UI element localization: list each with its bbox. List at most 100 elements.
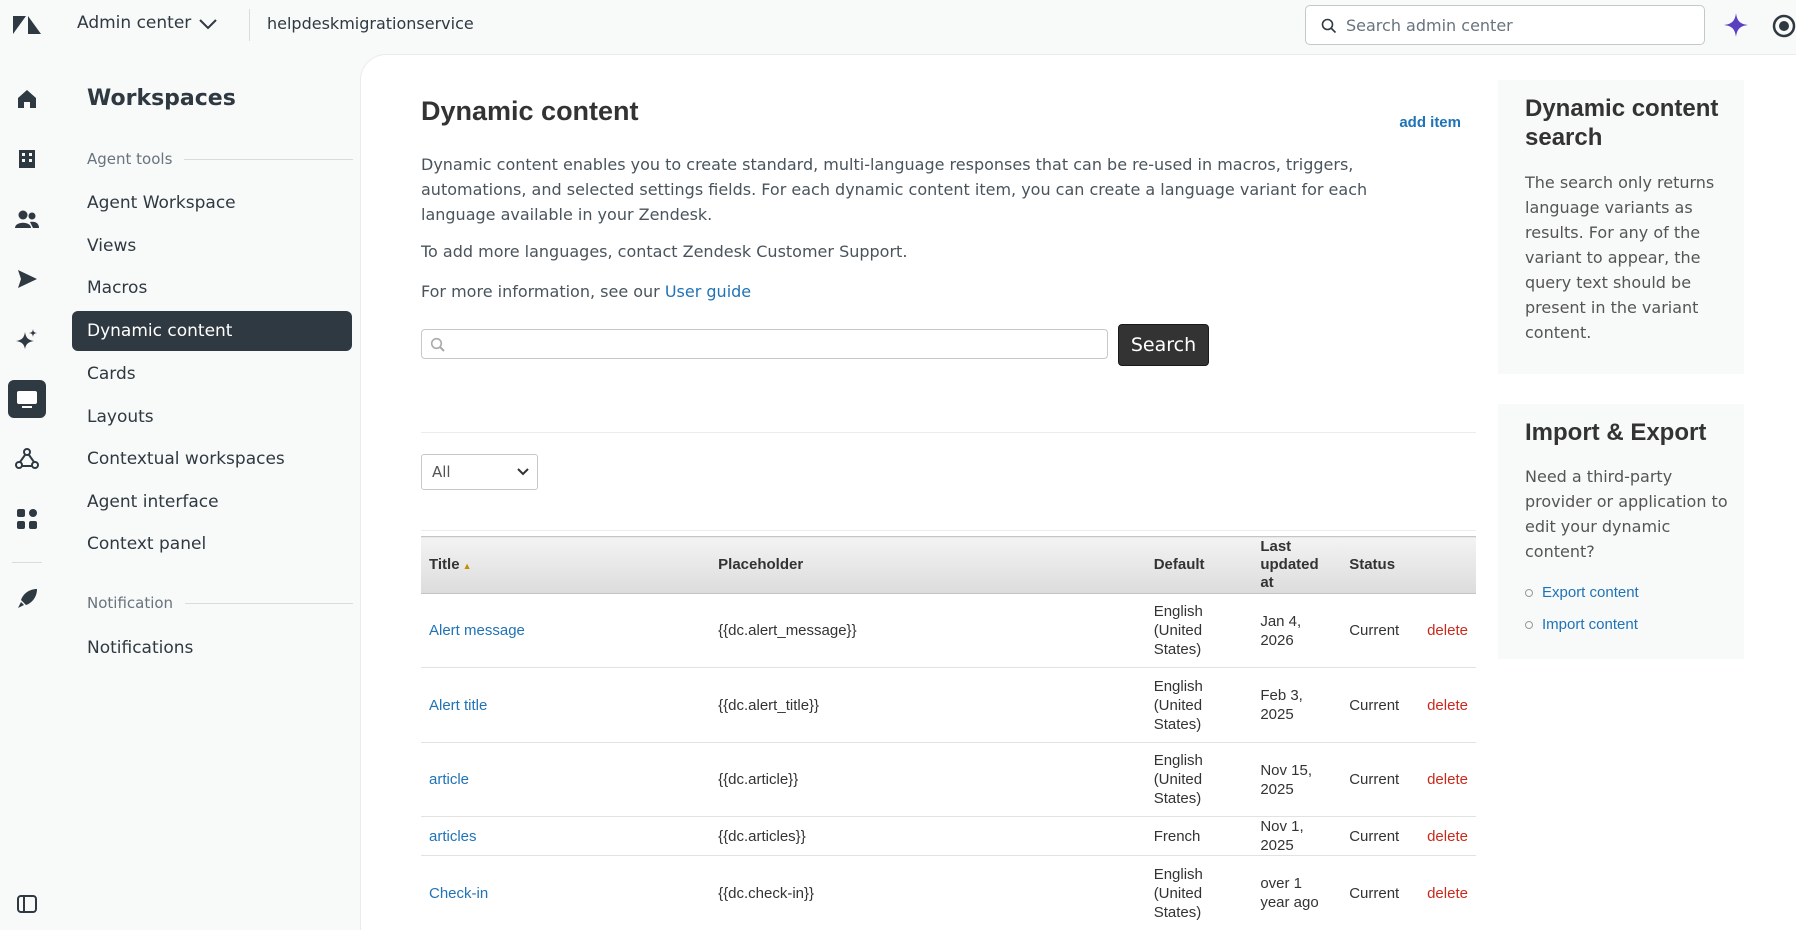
item-placeholder: {{dc.article}} xyxy=(710,742,1146,817)
nav-group-agent-tools: Agent tools xyxy=(87,150,355,168)
column-placeholder[interactable]: Placeholder xyxy=(710,536,1146,594)
item-title-link[interactable]: articles xyxy=(429,828,477,845)
info-prefix: For more information, see our xyxy=(421,282,665,301)
objects-rules-icon xyxy=(15,448,39,469)
item-status: Current xyxy=(1341,593,1420,668)
nav-item-context-panel[interactable]: Context panel xyxy=(72,524,352,564)
column-last-updated[interactable]: Last updated at xyxy=(1252,536,1342,594)
delete-link[interactable]: delete xyxy=(1427,697,1468,714)
search-button[interactable]: Search xyxy=(1118,324,1209,366)
add-item-link[interactable]: add item xyxy=(1399,114,1461,131)
item-status: Current xyxy=(1341,816,1420,856)
nav-item-macros[interactable]: Macros xyxy=(72,268,352,308)
bullet-icon xyxy=(1525,620,1533,629)
nav-item-notifications[interactable]: Notifications xyxy=(72,628,352,668)
secondary-nav: Workspaces Agent tools Agent Workspace V… xyxy=(62,50,360,930)
panel-text: The search only returns language variant… xyxy=(1525,173,1715,342)
profile-icon[interactable] xyxy=(1772,14,1796,38)
panel-edge xyxy=(1745,80,1796,374)
item-default-language: English (United States) xyxy=(1145,742,1253,817)
panel-text: Need a third-party provider or applicati… xyxy=(1525,467,1728,561)
bullet-icon xyxy=(1525,588,1533,597)
item-default-language: French xyxy=(1145,816,1253,856)
item-title-link[interactable]: Alert message xyxy=(429,622,525,639)
delete-link[interactable]: delete xyxy=(1427,771,1468,788)
nav-item-contextual-workspaces[interactable]: Contextual workspaces xyxy=(72,439,352,479)
rail-objects-rules[interactable] xyxy=(8,440,46,478)
item-placeholder: {{dc.check-in}} xyxy=(710,855,1146,930)
home-icon xyxy=(18,90,36,108)
section-divider xyxy=(421,530,1476,531)
group-divider xyxy=(185,602,353,604)
item-title-link[interactable]: Check-in xyxy=(429,885,488,902)
table-row: articles {{dc.articles}} French Nov 1, 2… xyxy=(421,816,1476,856)
nav-item-cards[interactable]: Cards xyxy=(72,354,352,394)
sidebar-toggle-icon xyxy=(17,895,37,913)
item-status: Current xyxy=(1341,855,1420,930)
people-icon xyxy=(15,210,39,228)
page-description: Dynamic content enables you to create st… xyxy=(421,155,1368,224)
import-content-link[interactable]: Import content xyxy=(1525,616,1638,633)
item-title-link[interactable]: Alert title xyxy=(429,697,487,714)
product-rail xyxy=(0,50,62,930)
status-filter-select[interactable]: All xyxy=(421,454,538,490)
nav-item-agent-workspace[interactable]: Agent Workspace xyxy=(72,183,352,223)
delete-link[interactable]: delete xyxy=(1427,885,1468,902)
column-actions xyxy=(1419,536,1476,594)
dynamic-content-search-input[interactable] xyxy=(421,329,1108,359)
admin-search-input[interactable] xyxy=(1346,13,1686,37)
rail-launch[interactable] xyxy=(8,580,46,618)
filter-value: All xyxy=(432,463,451,481)
rail-divider xyxy=(12,562,42,563)
product-switcher-label[interactable]: Admin center xyxy=(77,13,191,33)
admin-search-field[interactable] xyxy=(1305,5,1705,45)
item-updated: over 1 year ago xyxy=(1252,855,1342,930)
page-title: Dynamic content xyxy=(421,96,639,126)
nav-item-views[interactable]: Views xyxy=(72,226,352,266)
item-title-link[interactable]: article xyxy=(429,771,469,788)
table-row: article {{dc.article}} English (United S… xyxy=(421,742,1476,817)
table-row: Check-in {{dc.check-in}} English (United… xyxy=(421,855,1476,930)
rail-account[interactable] xyxy=(8,140,46,178)
import-export-panel: Import & Export Need a third-party provi… xyxy=(1498,404,1744,659)
column-title[interactable]: Title ▲ xyxy=(421,536,711,594)
info-text: For more information, see our User guide xyxy=(421,282,751,301)
nav-item-layouts[interactable]: Layouts xyxy=(72,397,352,437)
item-updated: Jan 4, 2026 xyxy=(1252,593,1342,668)
delete-link[interactable]: delete xyxy=(1427,622,1468,639)
rail-people[interactable] xyxy=(8,200,46,238)
rocket-icon xyxy=(18,589,37,608)
item-status: Current xyxy=(1341,667,1420,743)
rail-home[interactable] xyxy=(8,80,46,118)
nav-item-dynamic-content[interactable]: Dynamic content xyxy=(72,311,352,351)
item-status: Current xyxy=(1341,742,1420,817)
group-divider xyxy=(184,158,353,160)
column-status[interactable]: Status xyxy=(1341,536,1420,594)
rail-channels[interactable] xyxy=(8,260,46,298)
sort-ascending-icon: ▲ xyxy=(462,560,472,571)
apps-grid-icon xyxy=(17,509,37,529)
export-content-link[interactable]: Export content xyxy=(1525,584,1639,601)
top-header: Admin center helpdeskmigrationservice xyxy=(0,0,1796,50)
rail-workspaces[interactable] xyxy=(8,380,46,418)
nav-item-agent-interface[interactable]: Agent interface xyxy=(72,482,352,522)
zendesk-logo[interactable] xyxy=(13,14,41,36)
chevron-down-icon xyxy=(517,468,529,476)
sparkles-icon xyxy=(16,329,37,349)
chevron-down-icon[interactable] xyxy=(197,17,219,31)
item-updated: Nov 1, 2025 xyxy=(1252,816,1342,856)
user-guide-link[interactable]: User guide xyxy=(665,282,751,301)
rail-ai[interactable] xyxy=(8,320,46,358)
workspaces-icon xyxy=(17,391,37,408)
column-default[interactable]: Default xyxy=(1145,536,1253,594)
table-row: Alert message {{dc.alert_message}} Engli… xyxy=(421,593,1476,668)
send-icon xyxy=(18,270,37,288)
rail-collapse[interactable] xyxy=(8,885,46,923)
delete-link[interactable]: delete xyxy=(1427,828,1468,845)
ai-sparkle-icon[interactable] xyxy=(1723,12,1749,38)
panel-title: Import & Export xyxy=(1525,419,1707,446)
section-divider xyxy=(421,432,1476,433)
header-divider xyxy=(249,9,250,41)
panel-edge xyxy=(1745,404,1796,659)
rail-apps[interactable] xyxy=(8,500,46,538)
